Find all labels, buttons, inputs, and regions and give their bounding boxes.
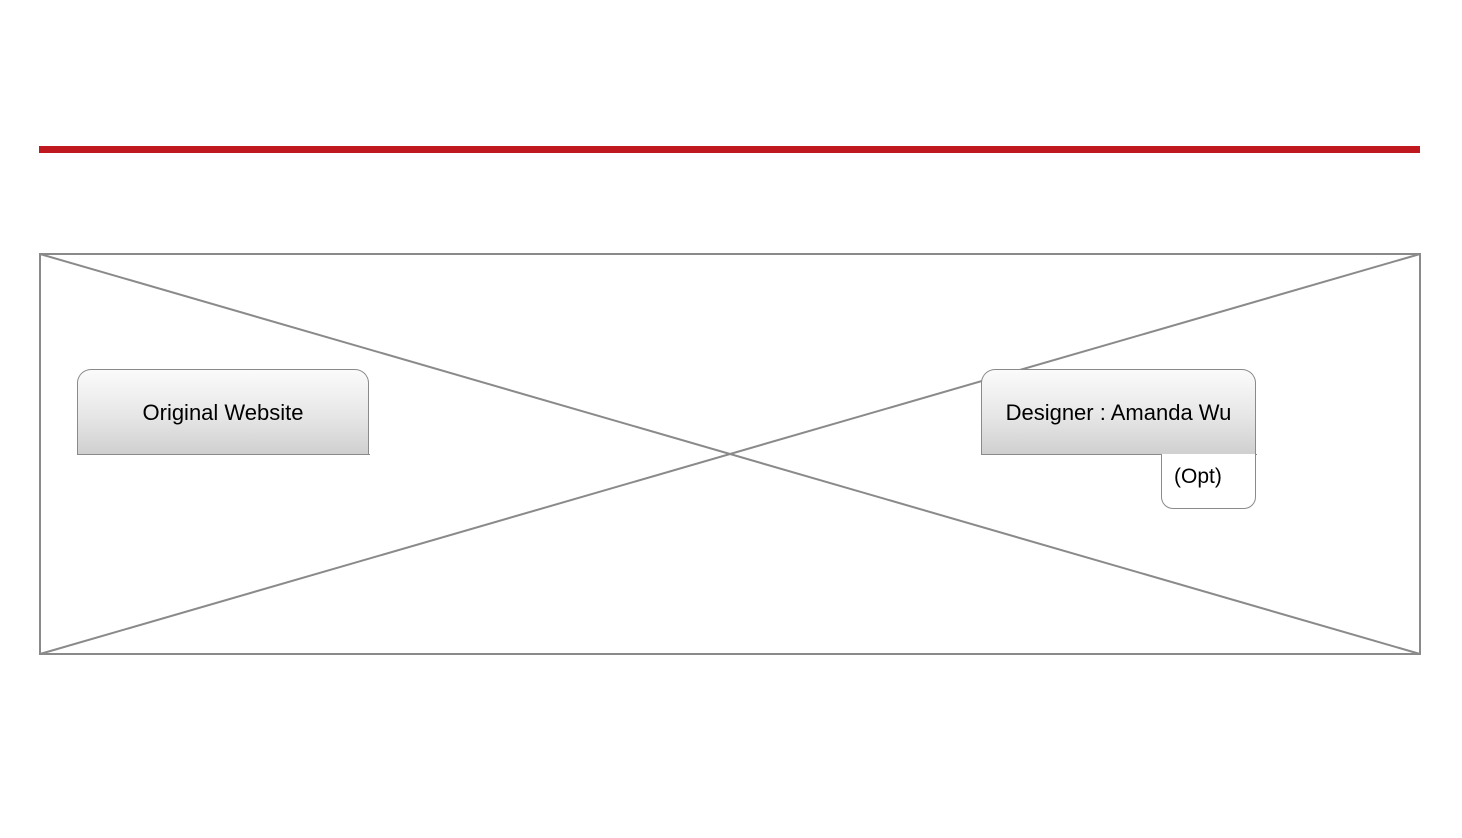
original-website-button[interactable]: Original Website	[76, 369, 370, 455]
opt-label: (Opt)	[1174, 465, 1222, 488]
wireframe-page: Original Website Designer : Amanda Wu (O…	[0, 0, 1462, 838]
original-website-label: Original Website	[142, 399, 304, 425]
header-accent-rule	[39, 146, 1420, 153]
opt-tab[interactable]: (Opt)	[1161, 454, 1256, 509]
designer-button[interactable]: Designer : Amanda Wu	[980, 369, 1257, 455]
designer-label: Designer : Amanda Wu	[1005, 399, 1232, 425]
